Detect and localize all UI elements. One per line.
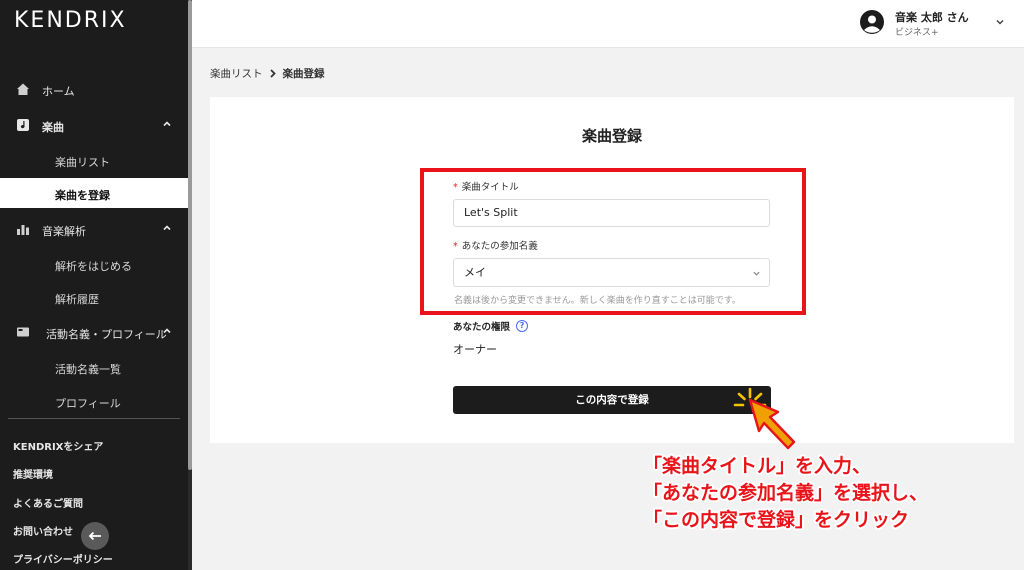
scrollbar-thumb[interactable] [188, 0, 192, 470]
page-title: 楽曲登録 [581, 127, 642, 145]
sidebar-item-register-song[interactable]: 楽曲を登録 [0, 178, 188, 208]
sidebar-item-analysis-history[interactable]: 解析履歴 [0, 282, 188, 312]
permission-value: オーナー [453, 343, 497, 356]
sidebar-item-label: 解析履歴 [55, 293, 99, 306]
logo-text: KENDRIX [14, 8, 127, 33]
sidebar-item-music[interactable]: 楽曲 [0, 110, 188, 140]
footer-link-faq[interactable]: よくあるご質問 [13, 495, 83, 510]
collapse-sidebar-button[interactable] [81, 522, 109, 550]
sidebar-item-label: 音楽解析 [42, 225, 86, 238]
sidebar-item-label: 活動名義一覧 [55, 363, 121, 376]
annotation-line: 「楽曲タイトル」を入力、 [643, 455, 872, 477]
user-name[interactable]: 音楽 太郎 さん [895, 9, 969, 25]
sidebar-scrollbar[interactable] [188, 0, 192, 570]
permission-label: あなたの権限 ? [453, 319, 529, 333]
submit-register-button[interactable]: この内容で登録 [453, 386, 771, 414]
top-header: 音楽 太郎 さん ビジネス+ [192, 0, 1024, 48]
music-note-icon [17, 119, 29, 131]
footer-link-contact[interactable]: お問い合わせ [13, 523, 73, 538]
breadcrumb-current: 楽曲登録 [282, 68, 325, 80]
chevron-up-icon [163, 225, 171, 231]
bar-chart-icon [17, 225, 29, 235]
breadcrumb: 楽曲リスト 楽曲登録 [210, 66, 325, 81]
sidebar: KENDRIX ホーム 楽曲 楽曲リスト 楽曲を登録 音楽解析 解析をはじめる … [0, 0, 188, 570]
annotation-line: 「あなたの参加名義」を選択し、 [643, 482, 929, 504]
footer-link-privacy[interactable]: プライバシーポリシー [13, 551, 113, 566]
footer-link-environment[interactable]: 推奨環境 [13, 466, 53, 481]
footer-link-share[interactable]: KENDRIXをシェア [13, 438, 103, 453]
sidebar-item-home[interactable]: ホーム [0, 74, 188, 104]
pointer-arrow-icon [748, 398, 796, 450]
chevron-up-icon [163, 121, 171, 127]
highlight-box [420, 168, 806, 315]
chevron-up-icon [163, 328, 171, 334]
permission-label-text: あなたの権限 [453, 322, 511, 333]
user-avatar-icon[interactable] [860, 10, 884, 34]
sidebar-item-label: 楽曲 [42, 121, 64, 134]
home-icon [17, 83, 29, 95]
sidebar-item-label: 楽曲リスト [55, 156, 110, 169]
kendrix-logo[interactable]: KENDRIX [14, 8, 127, 36]
sidebar-item-profile[interactable]: プロフィール [0, 386, 188, 416]
sidebar-item-label: ホーム [42, 85, 75, 98]
breadcrumb-song-list[interactable]: 楽曲リスト [210, 66, 263, 81]
sidebar-item-song-list[interactable]: 楽曲リスト [0, 145, 188, 175]
chevron-down-icon[interactable] [995, 17, 1005, 27]
sidebar-item-label: 楽曲を登録 [55, 189, 110, 202]
instruction-annotation: 「楽曲タイトル」を入力、 「あなたの参加名義」を選択し、 「この内容で登録」をク… [643, 453, 928, 534]
user-plan: ビジネス+ [895, 28, 939, 38]
sidebar-item-label: 解析をはじめる [55, 260, 132, 273]
sidebar-item-label: プロフィール [55, 397, 121, 410]
arrow-left-icon [88, 531, 101, 541]
sidebar-item-music-analysis[interactable]: 音楽解析 [0, 214, 188, 244]
sidebar-item-profile-names[interactable]: 活動名義・プロフィール [0, 317, 188, 347]
question-icon[interactable]: ? [516, 320, 529, 332]
sidebar-divider [8, 418, 180, 419]
sidebar-item-label: 活動名義・プロフィール [46, 328, 167, 341]
profile-card-icon [17, 327, 29, 337]
sidebar-item-name-list[interactable]: 活動名義一覧 [0, 352, 188, 382]
sidebar-item-start-analysis[interactable]: 解析をはじめる [0, 249, 188, 279]
chevron-right-icon [269, 69, 276, 78]
annotation-line: 「この内容で登録」をクリック [643, 509, 910, 531]
